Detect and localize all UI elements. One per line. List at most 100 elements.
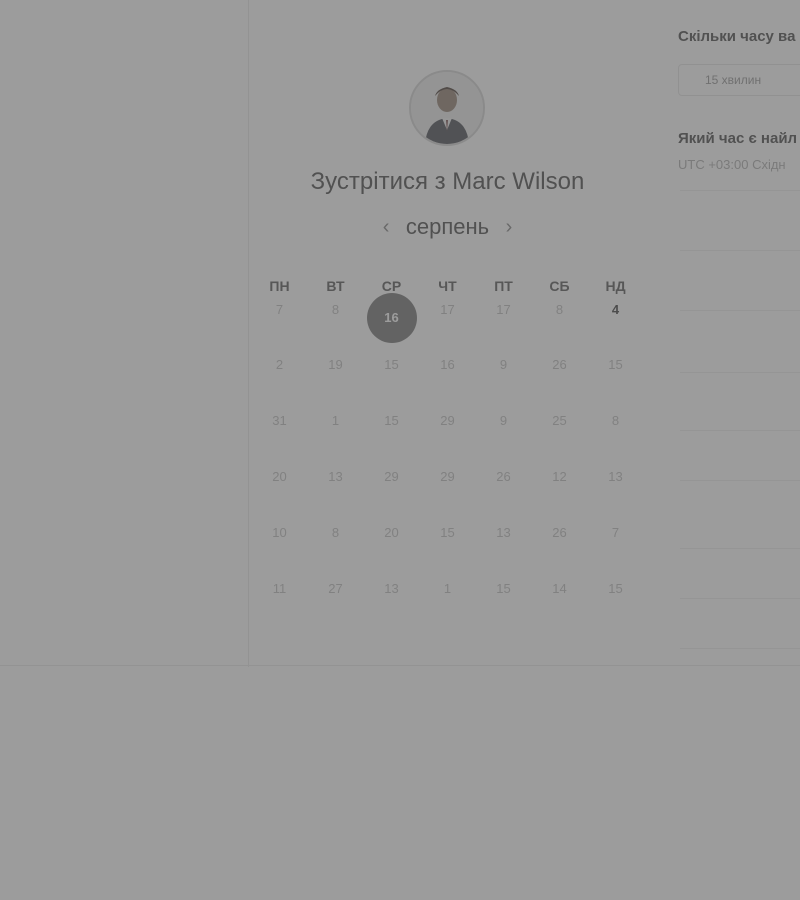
calendar-day-number: 19 [328, 357, 343, 372]
page-bottom-area [0, 667, 800, 900]
slot-divider [680, 648, 800, 649]
weekday-header: ПТ [494, 278, 513, 294]
weekday-header: ПН [269, 278, 290, 294]
calendar-day: 29 [420, 411, 476, 467]
calendar-day: 25 [532, 411, 588, 467]
calendar-day: 17 [476, 300, 532, 355]
calendar-day: 13 [308, 467, 364, 523]
duration-select[interactable]: 15 хвилин [678, 64, 800, 96]
calendar-day: 15 [588, 355, 644, 411]
calendar-day-number: 1 [331, 413, 340, 428]
calendar-day-number: 10 [272, 525, 287, 540]
calendar-day: 19 [308, 355, 364, 411]
calendar-day-number: 16 [366, 293, 417, 343]
calendar-day: 14 [532, 579, 588, 635]
calendar-day: 16 [420, 355, 476, 411]
booking-options-panel: Скільки часу ва 15 хвилин Який час є най… [645, 0, 800, 667]
calendar-day-number: 17 [440, 302, 455, 317]
calendar-day: 26 [532, 355, 588, 411]
calendar-day-number: 8 [555, 302, 564, 317]
slot-divider [680, 598, 800, 599]
calendar-day: 1 [308, 411, 364, 467]
calendar-day: 15 [364, 411, 420, 467]
calendar-day-number: 27 [328, 581, 343, 596]
calendar-day-number: 15 [440, 525, 455, 540]
calendar-day[interactable]: 4 [588, 300, 644, 355]
calendar-day: 15 [588, 579, 644, 635]
time-question: Який час є найл [678, 130, 798, 147]
calendar-day: 20 [252, 467, 308, 523]
timezone-select[interactable]: UTC +03:00 Східн [678, 157, 786, 172]
calendar-day-number: 20 [272, 469, 287, 484]
calendar-day-number: 20 [384, 525, 399, 540]
calendar-day-number: 25 [552, 413, 567, 428]
calendar-day: 8 [532, 300, 588, 355]
calendar-day: 20 [364, 523, 420, 579]
calendar-day-number: 1 [443, 581, 452, 596]
meeting-title: Зустрітися з Marc Wilson [310, 168, 585, 195]
weekday-header: ЧТ [438, 278, 457, 294]
calendar-day-number: 31 [272, 413, 287, 428]
calendar-day-number: 13 [384, 581, 399, 596]
current-month-label: серпень [405, 214, 490, 239]
calendar-day-selected[interactable]: 16 [364, 293, 420, 355]
calendar-grid: ПН ВТ СР ЧТ ПТ СБ НД 7 8 16 17 17 8 4 2 19 15 16 9 26 15 31 1 1… [251, 272, 644, 635]
footer-divider [0, 665, 800, 666]
calendar-day: 13 [476, 523, 532, 579]
calendar-day-number: 15 [608, 357, 623, 372]
calendar-day-number: 15 [608, 581, 623, 596]
calendar-day-number: 8 [331, 525, 340, 540]
calendar-day: 15 [364, 355, 420, 411]
calendar-day-number: 11 [272, 581, 287, 596]
calendar-day: 2 [252, 355, 308, 411]
calendar-day-number: 13 [608, 469, 623, 484]
booking-card: Зустрітися з Marc Wilson ‹ серпень › ПН В… [248, 0, 647, 667]
calendar-day-number: 29 [384, 469, 399, 484]
calendar-day: 29 [420, 467, 476, 523]
host-avatar [409, 70, 485, 146]
calendar-day: 9 [476, 355, 532, 411]
left-blank-area [0, 0, 248, 665]
calendar-day-number: 17 [496, 302, 511, 317]
calendar-day-number: 9 [499, 413, 508, 428]
calendar-day-number: 7 [611, 525, 620, 540]
calendar-day: 8 [308, 523, 364, 579]
calendar-day: 26 [476, 467, 532, 523]
calendar-day: 31 [252, 411, 308, 467]
calendar-day-number: 13 [496, 525, 511, 540]
calendar-day-number: 15 [384, 413, 399, 428]
slot-divider [680, 190, 800, 191]
slot-divider [680, 480, 800, 481]
calendar-day: 10 [252, 523, 308, 579]
chevron-right-icon[interactable]: › [494, 216, 525, 239]
weekday-header: НД [605, 278, 626, 294]
calendar-day-number: 16 [440, 357, 455, 372]
weekday-header: СБ [549, 278, 570, 294]
calendar-day-number: 4 [611, 302, 620, 317]
calendar-day-number: 26 [552, 357, 567, 372]
calendar-day: 7 [252, 300, 308, 355]
duration-question: Скільки часу ва [678, 28, 796, 45]
weekday-header: ВТ [326, 278, 345, 294]
calendar-day-number: 7 [275, 302, 284, 317]
calendar-day: 9 [476, 411, 532, 467]
calendar-day-number: 29 [440, 469, 455, 484]
chevron-left-icon[interactable]: ‹ [371, 216, 402, 239]
calendar-day: 13 [364, 579, 420, 635]
calendar-day: 8 [308, 300, 364, 355]
calendar-day-number: 2 [275, 357, 284, 372]
calendar-day: 13 [588, 467, 644, 523]
calendar-day-number: 8 [331, 302, 340, 317]
calendar-day-number: 14 [552, 581, 567, 596]
slot-divider [680, 548, 800, 549]
calendar-day-number: 15 [384, 357, 399, 372]
calendar-day-number: 13 [328, 469, 343, 484]
calendar-day-number: 26 [496, 469, 511, 484]
calendar-day: 15 [476, 579, 532, 635]
calendar-day: 12 [532, 467, 588, 523]
calendar-day: 26 [532, 523, 588, 579]
calendar-day: 8 [588, 411, 644, 467]
slot-divider [680, 310, 800, 311]
calendar-day: 7 [588, 523, 644, 579]
slot-divider [680, 250, 800, 251]
